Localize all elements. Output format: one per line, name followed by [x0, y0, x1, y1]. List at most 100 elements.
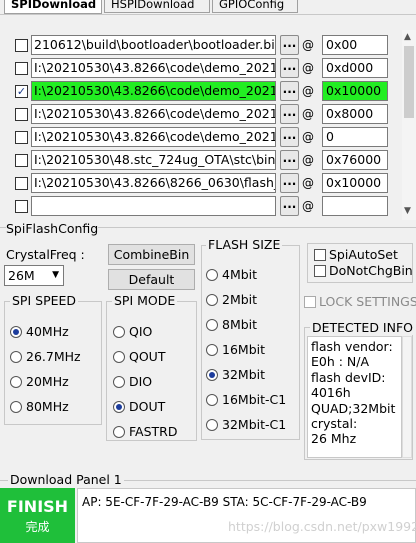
flash-size-option-radio[interactable] [206, 394, 218, 406]
file-path-input[interactable]: I:\20210530\43.8266\code\demo_202106 [31, 81, 276, 101]
file-enable-checkbox[interactable] [15, 131, 28, 144]
detected-info-line: crystal: [311, 416, 358, 432]
scroll-down-icon[interactable]: ▼ [404, 206, 411, 216]
spi-auto-set-label: SpiAutoSet [329, 247, 398, 262]
crystal-freq-label: CrystalFreq : [6, 247, 85, 262]
flash-size-option-label: 2Mbit [222, 292, 258, 307]
detected-info-line: 4016h [311, 385, 351, 401]
spi-mode-option-radio[interactable] [113, 326, 125, 338]
spi-speed-option-radio[interactable] [10, 376, 22, 388]
file-path-input[interactable]: 210612\build\bootloader\bootloader.bin [31, 35, 276, 55]
detected-info-line: flash devID: [311, 369, 386, 385]
file-path-input[interactable]: I:\20210530\43.8266\code\demo_202106 [31, 104, 276, 124]
spi-flash-config-title: SpiFlashConfig [6, 221, 99, 236]
mac-info: AP: 5E-CF-7F-29-AC-B9 STA: 5C-CF-7F-29-A… [82, 495, 367, 509]
flash-size-option-radio[interactable] [206, 419, 218, 431]
spi-mode-option-label: QOUT [129, 349, 166, 364]
at-label: @ [302, 153, 314, 167]
file-list-scrollbar[interactable]: ▲ ▼ [402, 30, 416, 220]
spi-mode-option-radio[interactable] [113, 376, 125, 388]
spi-speed-title: SPI SPEED [10, 293, 79, 308]
file-row: I:\20210530\43.8266\code\demo_202106... @… [0, 104, 416, 127]
flash-size-option-label: 8Mbit [222, 317, 258, 332]
flash-size-option-radio[interactable] [206, 294, 218, 306]
flash-size-option-label: 32Mbit [222, 367, 265, 382]
scroll-up-icon[interactable]: ▲ [404, 32, 411, 42]
lock-settings-checkbox[interactable] [304, 296, 316, 308]
file-row: 210612\build\bootloader\bootloader.bin..… [0, 35, 416, 58]
spi-speed-option-radio[interactable] [10, 401, 22, 413]
file-row: I:\20210530\43.8266\code\demo_202106... @… [0, 58, 416, 81]
at-label: @ [302, 84, 314, 98]
address-input[interactable]: 0x10000 [322, 81, 388, 101]
file-path-input[interactable]: I:\20210530\43.8266\code\demo_202106 [31, 58, 276, 78]
spi-auto-set-checkbox[interactable] [314, 249, 326, 261]
flash-size-option-radio[interactable] [206, 344, 218, 356]
default-button[interactable]: Default [108, 269, 195, 290]
spi-speed-option-label: 40MHz [26, 324, 69, 339]
file-enable-checkbox[interactable] [15, 154, 28, 167]
address-input[interactable]: 0x76000 [322, 150, 388, 170]
spi-mode-option-radio[interactable] [113, 426, 125, 438]
do-not-chg-bin-checkbox[interactable] [314, 265, 326, 277]
file-path-input[interactable]: I:\20210530\48.stc_724ug_OTA\stc\bin\sto [31, 150, 276, 170]
tab-gpio-config[interactable]: GPIOConfig [212, 0, 298, 13]
address-input[interactable]: 0xd000 [322, 58, 388, 78]
spi-speed-option-label: 20MHz [26, 374, 69, 389]
spi-mode-group [106, 301, 197, 441]
file-enable-checkbox[interactable] [15, 62, 28, 75]
status-main: FINISH [6, 497, 69, 516]
address-input[interactable]: 0 [322, 127, 388, 147]
scroll-thumb[interactable] [404, 46, 414, 118]
file-row: I:\20210530\43.8266\8266_0630\flash_do..… [0, 173, 416, 196]
spi-speed-option-label: 80MHz [26, 399, 69, 414]
address-input[interactable]: 0x8000 [322, 104, 388, 124]
file-enable-checkbox[interactable] [15, 39, 28, 52]
detected-info-scrollbar[interactable] [402, 336, 412, 458]
flash-size-option-radio[interactable] [206, 269, 218, 281]
file-enable-checkbox[interactable] [15, 200, 28, 213]
browse-button[interactable]: ... [280, 173, 299, 193]
flash-size-title: FLASH SIZE [206, 237, 283, 252]
spi-mode-option-label: DIO [129, 374, 153, 389]
spi-mode-option-label: QIO [129, 324, 153, 339]
spi-speed-option-radio[interactable] [10, 351, 22, 363]
file-path-input[interactable]: I:\20210530\43.8266\8266_0630\flash_do [31, 173, 276, 193]
flash-size-option-radio[interactable] [206, 369, 218, 381]
detected-info-line: 26 Mhz [311, 431, 357, 447]
spi-mode-option-label: FASTRD [129, 424, 178, 439]
download-info-box: AP: 5E-CF-7F-29-AC-B9 STA: 5C-CF-7F-29-A… [77, 488, 416, 543]
browse-button[interactable]: ... [280, 58, 299, 78]
spi-mode-option-radio[interactable] [113, 351, 125, 363]
file-row: ✓ I:\20210530\43.8266\code\demo_202106...… [0, 81, 416, 104]
spi-speed-option-radio[interactable] [10, 326, 22, 338]
detected-info-text: flash vendor: E0h : N/A flash devID: 4016h Q… [307, 336, 402, 458]
tab-underline [0, 14, 416, 15]
browse-button[interactable]: ... [280, 81, 299, 101]
watermark: https://blog.csdn.net/pxw1992 [228, 519, 416, 534]
flash-size-option-radio[interactable] [206, 319, 218, 331]
browse-button[interactable]: ... [280, 104, 299, 124]
crystal-freq-select[interactable]: 26M ▼ [4, 265, 64, 286]
detected-info-line: QUAD;32Mbit [311, 400, 396, 416]
browse-button[interactable]: ... [280, 196, 299, 216]
chevron-down-icon: ▼ [52, 270, 59, 280]
tab-spi-download[interactable]: SPIDownload [4, 0, 102, 14]
spi-mode-option-radio[interactable] [113, 401, 125, 413]
address-input[interactable]: 0x10000 [322, 173, 388, 193]
file-enable-checkbox[interactable] [15, 177, 28, 190]
file-row: I:\20210530\43.8266\code\demo_202106... @… [0, 127, 416, 150]
file-enable-checkbox[interactable] [15, 108, 28, 121]
combine-bin-button[interactable]: CombineBin [108, 244, 195, 265]
address-input[interactable] [322, 196, 388, 216]
status-box: FINISH 完成 [0, 488, 75, 543]
file-path-input[interactable] [31, 196, 276, 216]
browse-button[interactable]: ... [280, 35, 299, 55]
tab-hspi-download[interactable]: HSPIDownload [104, 0, 210, 13]
file-path-input[interactable]: I:\20210530\43.8266\code\demo_202106 [31, 127, 276, 147]
browse-button[interactable]: ... [280, 150, 299, 170]
browse-button[interactable]: ... [280, 127, 299, 147]
spi-speed-option-label: 26.7MHz [26, 349, 81, 364]
address-input[interactable]: 0x00 [322, 35, 388, 55]
file-enable-checkbox[interactable]: ✓ [15, 85, 28, 98]
